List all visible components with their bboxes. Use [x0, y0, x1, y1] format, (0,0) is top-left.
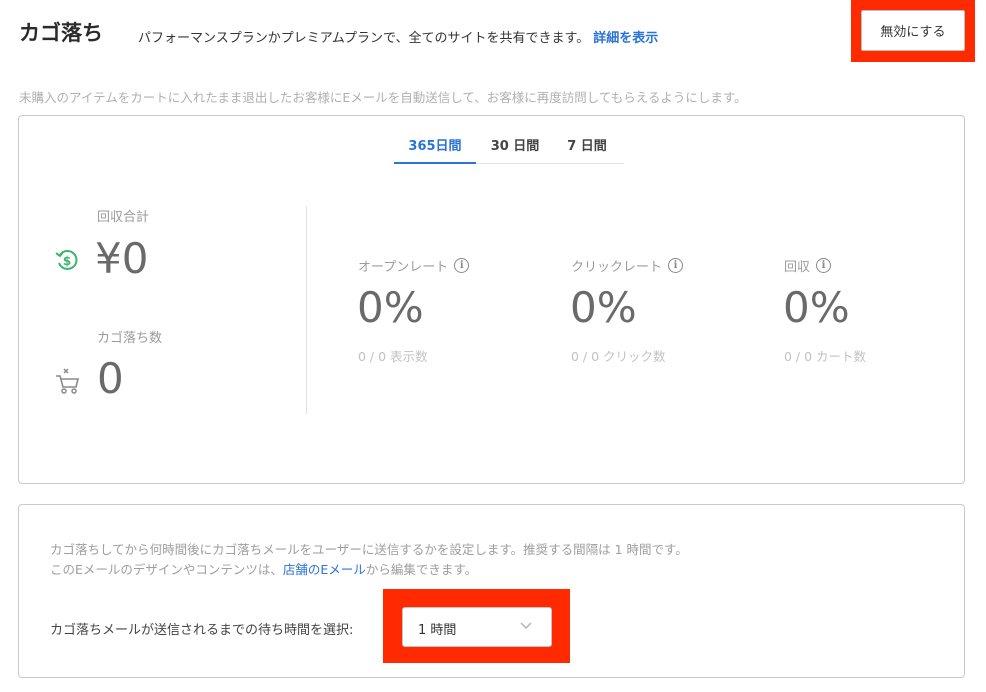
- recovery-rate-sub: 0 / 0 カート数: [784, 349, 867, 364]
- page-title: カゴ落ち: [19, 21, 103, 45]
- cart-remove-icon: [56, 368, 80, 394]
- plan-notice-text: パフォーマンスプランかプレミアムプランで、全てのサイトを共有できます。: [138, 31, 590, 46]
- feature-description: 未購入のアイテムをカートに入れたまま退出したお客様にEメールを自動送信して、お客…: [19, 90, 747, 105]
- tab-365-days[interactable]: 365日間: [394, 133, 476, 164]
- recovery-rate-label-text: 回収: [784, 260, 811, 275]
- tab-7-days[interactable]: 7 日間: [554, 133, 620, 164]
- email-note-prefix: このEメールのデザインやコンテンツは、: [50, 562, 283, 577]
- click-rate-value: 0%: [570, 283, 637, 332]
- recovered-total-value: ¥0: [95, 234, 149, 283]
- chevron-down-icon: [520, 622, 532, 630]
- info-icon[interactable]: i: [668, 258, 684, 273]
- email-note-suffix: から編集できます。: [365, 562, 478, 577]
- click-rate-label: クリックレート i: [571, 256, 684, 275]
- open-rate-value: 0%: [357, 283, 424, 332]
- settings-description: カゴ落ちしてから何時間後にカゴ落ちメールをユーザーに送信するかを設定します。推奨…: [50, 542, 688, 557]
- details-link[interactable]: 詳細を表示: [593, 31, 658, 46]
- click-rate-label-text: クリックレート: [571, 260, 663, 275]
- info-icon[interactable]: i: [454, 258, 470, 273]
- recovery-rate-label: 回収 i: [784, 256, 832, 275]
- wait-time-label: カゴ落ちメールが送信されるまでの待ち時間を選択:: [50, 623, 354, 638]
- recovery-money-icon: $: [55, 250, 78, 270]
- stats-divider: [306, 206, 307, 414]
- abandoned-count-label: カゴ落ち数: [97, 331, 163, 346]
- click-rate-sub: 0 / 0 クリック数: [571, 349, 666, 364]
- open-rate-label-text: オープンレート: [358, 260, 449, 275]
- disable-button[interactable]: 無効にする: [861, 10, 965, 51]
- info-icon[interactable]: i: [816, 258, 832, 273]
- wait-time-select[interactable]: 1 時間: [402, 607, 552, 647]
- stats-card: 365日間 30 日間 7 日間 回収合計 $ ¥0 カゴ落ち数 0 オープンレ…: [18, 115, 965, 484]
- open-rate-sub: 0 / 0 表示数: [358, 349, 428, 364]
- wait-time-value: 1 時間: [418, 623, 457, 638]
- recovered-total-label: 回収合計: [97, 210, 150, 225]
- plan-notice: パフォーマンスプランかプレミアムプランで、全てのサイトを共有できます。 詳細を表示: [138, 27, 658, 46]
- store-email-link[interactable]: 店舗のEメール: [283, 562, 366, 577]
- settings-email-note: このEメールのデザインやコンテンツは、店舗のEメールから編集できます。: [50, 559, 477, 578]
- recovery-rate-value: 0%: [783, 283, 850, 332]
- period-tabs: 365日間 30 日間 7 日間: [394, 133, 624, 164]
- tab-30-days[interactable]: 30 日間: [476, 133, 554, 164]
- open-rate-label: オープンレート i: [358, 256, 470, 275]
- svg-text:$: $: [63, 254, 71, 268]
- abandoned-count-value: 0: [97, 354, 124, 403]
